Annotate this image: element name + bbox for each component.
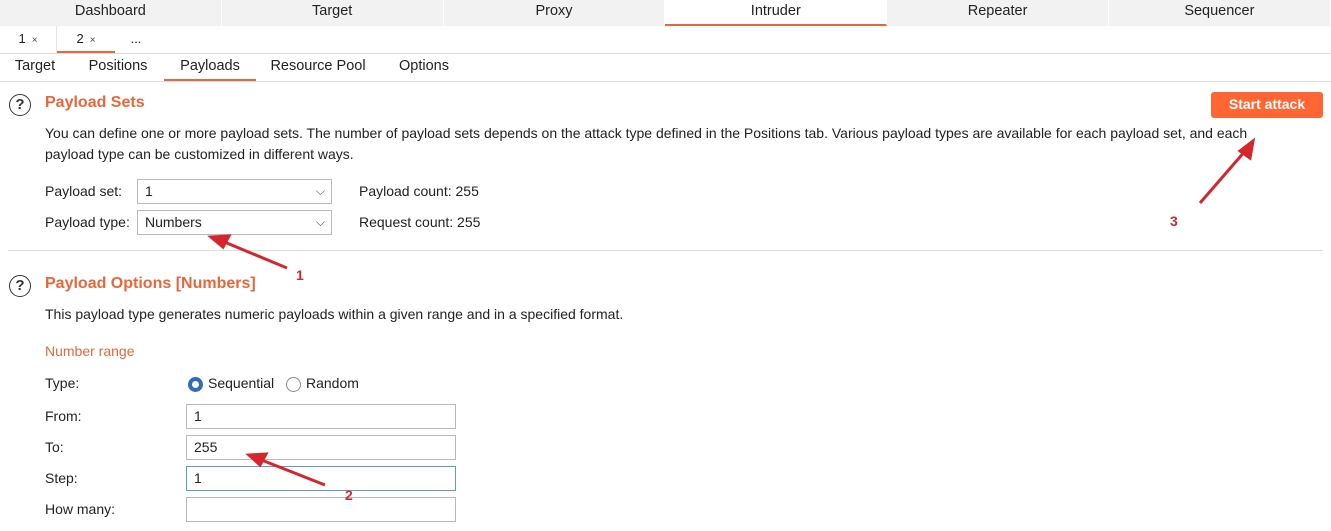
payload-set-label: Payload set: [45,183,123,199]
instance-tab-label: 1 [18,31,26,46]
type-label: Type: [45,375,80,391]
annotation-label-1: 1 [296,267,304,283]
subtab-options[interactable]: Options [388,54,460,81]
tab-proxy[interactable]: Proxy [444,0,666,26]
close-icon[interactable]: × [32,35,38,46]
annotation-label-3: 3 [1170,213,1178,229]
payload-sets-description-line2: payload type can be customized in differ… [45,146,354,162]
chevron-down-icon: ⌵ [315,215,325,229]
random-radio[interactable] [286,377,301,392]
tab-intruder[interactable]: Intruder [665,0,888,26]
intruder-instance-tabs: 1 × 2 × ... [0,26,1331,54]
tab-repeater[interactable]: Repeater [887,0,1109,26]
tab-dashboard[interactable]: Dashboard [0,0,222,26]
number-range-heading: Number range [45,343,135,359]
instance-tab-2[interactable]: 2 × [57,26,115,53]
random-label[interactable]: Random [306,375,359,391]
instance-tab-1[interactable]: 1 × [0,26,57,53]
help-circle-icon[interactable]: ? [9,94,31,116]
from-label: From: [45,408,82,424]
payload-type-dropdown[interactable]: Numbers ⌵ [137,210,332,235]
sequential-radio[interactable] [188,377,203,392]
payload-options-description: This payload type generates numeric payl… [45,306,624,322]
payload-sets-title: Payload Sets [45,94,145,111]
step-label: Step: [45,470,78,486]
payload-sets-description-line1: You can define one or more payload sets.… [45,125,1248,141]
instance-tab-label: 2 [76,31,84,46]
payload-sets-description: You can define one or more payload sets.… [45,123,1325,165]
payload-set-value: 1 [145,183,153,199]
close-icon[interactable]: × [90,35,96,46]
annotation-arrow-1 [221,239,288,270]
tab-target[interactable]: Target [222,0,444,26]
annotation-arrowhead-1 [207,234,232,250]
request-count: Request count: 255 [359,214,481,230]
chevron-down-icon: ⌵ [315,184,325,198]
section-divider [8,250,1323,251]
how-many-label: How many: [45,501,116,517]
payload-options-title: Payload Options [Numbers] [45,275,256,292]
intruder-sub-tabs: Target Positions Payloads Resource Pool … [0,54,1331,82]
subtab-target[interactable]: Target [6,54,64,81]
payload-type-value: Numbers [145,214,202,230]
from-input[interactable]: 1 [186,404,456,429]
step-input[interactable]: 1 [186,466,456,491]
to-input[interactable]: 255 [186,435,456,460]
subtab-positions[interactable]: Positions [82,54,154,81]
new-tab-button[interactable]: ... [115,26,157,53]
payload-type-label: Payload type: [45,214,130,230]
sequential-label[interactable]: Sequential [208,375,274,391]
annotation-label-2: 2 [345,487,353,503]
start-attack-button[interactable]: Start attack [1211,92,1323,118]
help-circle-icon[interactable]: ? [9,275,31,297]
tab-sequencer[interactable]: Sequencer [1109,0,1331,26]
subtab-resource-pool[interactable]: Resource Pool [262,54,374,81]
to-label: To: [45,439,64,455]
payload-set-dropdown[interactable]: 1 ⌵ [137,179,332,204]
top-nav-tabs: Dashboard Target Proxy Intruder Repeater… [0,0,1331,26]
payload-count: Payload count: 255 [359,183,479,199]
subtab-payloads[interactable]: Payloads [164,54,256,81]
how-many-input[interactable] [186,497,456,522]
